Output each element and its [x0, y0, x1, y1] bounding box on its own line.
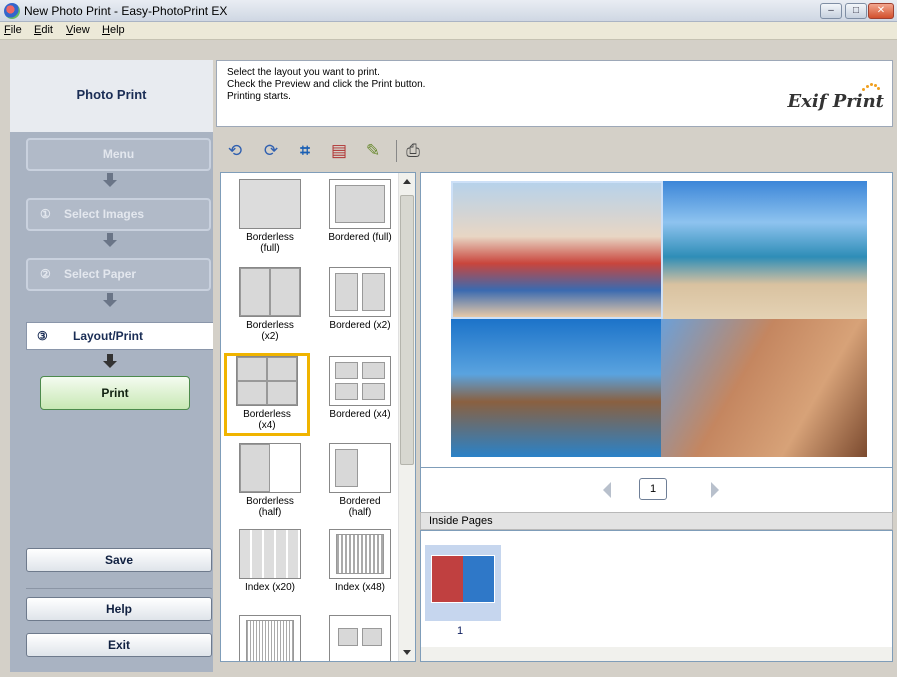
print-settings-icon[interactable]: ⎙ — [402, 140, 424, 162]
page-navigation: 1 — [420, 468, 893, 512]
layout-bordered-half[interactable]: Bordered (half) — [317, 443, 403, 518]
layout-double[interactable] — [317, 615, 403, 661]
inside-pages-panel: 1 — [420, 530, 893, 662]
photo-kids-water[interactable] — [451, 319, 661, 457]
menu-bar: File Edit View Help — [0, 22, 897, 40]
layout-bordered-x4[interactable]: Bordered (x4) — [317, 356, 403, 420]
app-icon — [4, 3, 20, 19]
layout-preview-icon — [329, 179, 391, 229]
divider — [26, 588, 212, 589]
instruction-panel: Select the layout you want to print. Che… — [216, 60, 893, 127]
previous-page-icon[interactable] — [603, 482, 611, 498]
exif-logo-dots — [862, 83, 880, 91]
layout-preview-icon — [236, 356, 298, 406]
maximize-button[interactable]: □ — [845, 3, 867, 19]
layout-preview-icon — [329, 443, 391, 493]
save-button[interactable]: Save — [26, 548, 212, 572]
layout-bordered-full[interactable]: Bordered (full) — [317, 179, 403, 243]
layout-index-small[interactable] — [227, 615, 313, 661]
menu-help[interactable]: Help — [102, 24, 125, 36]
layout-index-x48[interactable]: Index (x48) — [317, 529, 403, 593]
menu-edit[interactable]: Edit — [34, 24, 53, 36]
menu-file[interactable]: File — [4, 24, 22, 36]
image-correct-icon[interactable]: ▤ — [328, 140, 350, 162]
layout-bordered-x2[interactable]: Bordered (x2) — [317, 267, 403, 331]
layout-borderless-x2[interactable]: Borderless (x2) — [227, 267, 313, 342]
page-thumbnail[interactable] — [425, 545, 501, 621]
layout-borderless-half[interactable]: Borderless (half) — [227, 443, 313, 518]
menu-view[interactable]: View — [66, 24, 90, 36]
menu-step-button[interactable]: Menu — [26, 138, 211, 171]
layout-preview-icon — [239, 443, 301, 493]
instruction-line: Select the layout you want to print. — [227, 67, 380, 78]
crop-icon[interactable]: ⌗ — [294, 140, 316, 162]
layout-preview-icon — [329, 615, 391, 661]
layout-preview-icon — [329, 529, 391, 579]
layout-preview-icon — [239, 615, 301, 661]
left-header: Photo Print — [10, 60, 213, 132]
photo-boy-surfboard[interactable] — [451, 181, 663, 319]
instruction-line: Printing starts. — [227, 91, 291, 102]
instruction-line: Check the Preview and click the Print bu… — [227, 79, 426, 90]
help-button[interactable]: Help — [26, 597, 212, 621]
toolbar: ⟲ ⟳ ⌗ ▤ ✎ ⎙ — [216, 130, 893, 170]
left-panel: Photo Print Menu ① Select Images ② Select … — [10, 60, 213, 672]
layout-preview-icon — [239, 179, 301, 229]
page-thumbnail-number: 1 — [457, 625, 464, 637]
layout-preview-icon — [239, 529, 301, 579]
select-paper-button[interactable]: ② Select Paper — [26, 258, 211, 291]
title-bar: New Photo Print - Easy-PhotoPrint EX – □… — [0, 0, 897, 22]
inside-pages-scrollbar[interactable] — [421, 647, 892, 661]
rotate-right-icon[interactable]: ⟳ — [260, 140, 282, 162]
layout-borderless-x4[interactable]: Borderless (x4) — [224, 353, 310, 436]
layout-print-step[interactable]: ③ Layout/Print — [26, 322, 213, 350]
layout-preview-icon — [329, 267, 391, 317]
layout-preview-icon — [329, 356, 391, 406]
next-page-icon[interactable] — [711, 482, 719, 498]
rotate-left-icon[interactable]: ⟲ — [224, 140, 246, 162]
window-title: New Photo Print - Easy-PhotoPrint EX — [24, 4, 228, 18]
inside-pages-header: Inside Pages — [420, 512, 893, 530]
close-button[interactable]: ✕ — [868, 3, 894, 19]
layout-preview-icon — [239, 267, 301, 317]
minimize-button[interactable]: – — [820, 3, 842, 19]
layout-scrollbar[interactable] — [398, 173, 415, 661]
panel-title: Photo Print — [76, 87, 147, 102]
photo-girls-smiling[interactable] — [661, 319, 867, 457]
exif-print-logo: Exif Print — [787, 91, 884, 112]
scroll-up-icon[interactable] — [403, 179, 411, 184]
print-button[interactable]: Print — [40, 376, 190, 410]
photo-beach-kids[interactable] — [663, 181, 867, 319]
color-adjust-icon[interactable]: ✎ — [362, 140, 384, 162]
preview-area — [420, 172, 893, 468]
exit-button[interactable]: Exit — [26, 633, 212, 657]
select-images-button[interactable]: ① Select Images — [26, 198, 211, 231]
page-number-box: 1 — [639, 478, 667, 500]
layout-list: Borderless (full) Bordered (full) Border… — [220, 172, 416, 662]
layout-borderless-full[interactable]: Borderless (full) — [227, 179, 313, 254]
toolbar-separator — [396, 140, 397, 162]
scroll-down-icon[interactable] — [403, 650, 411, 655]
scroll-thumb[interactable] — [400, 195, 414, 465]
layout-index-x20[interactable]: Index (x20) — [227, 529, 313, 593]
